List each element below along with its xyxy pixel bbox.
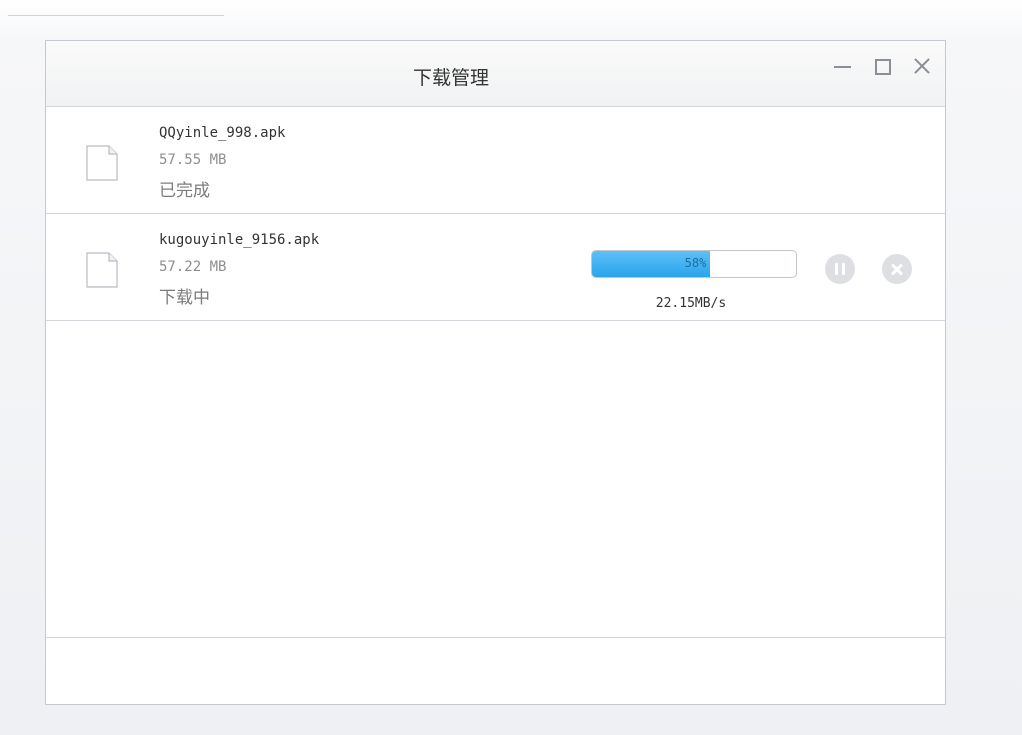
download-speed: 22.15MB/s — [655, 296, 727, 311]
download-status: 下载中 — [159, 288, 210, 308]
title-bar[interactable]: 下载管理 — [46, 41, 945, 107]
download-item-in-progress[interactable]: kugouyinle_9156.apk 57.22 MB 下载中 58% 22.… — [46, 214, 945, 321]
file-icon — [86, 145, 118, 181]
file-name: QQyinle_998.apk — [159, 125, 286, 141]
footer-bar — [46, 637, 945, 704]
download-progress-bar: 58% — [591, 250, 797, 278]
top-divider — [8, 15, 224, 16]
download-status: 已完成 — [159, 181, 210, 201]
pause-button[interactable] — [825, 254, 855, 284]
download-item-completed[interactable]: QQyinle_998.apk 57.55 MB 已完成 — [46, 107, 945, 214]
file-name: kugouyinle_9156.apk — [159, 232, 320, 248]
progress-percent-label: 58% — [684, 256, 707, 270]
file-icon — [86, 252, 118, 288]
file-size: 57.22 MB — [159, 259, 227, 275]
download-manager-window: 下载管理 QQyinle_998.apk 57.55 MB 已完成 kugouy… — [45, 40, 946, 705]
maximize-button[interactable] — [872, 55, 894, 77]
close-button[interactable] — [911, 55, 933, 77]
cancel-download-button[interactable] — [882, 254, 912, 284]
minimize-button[interactable] — [832, 55, 854, 77]
window-title: 下载管理 — [412, 67, 489, 89]
file-size: 57.55 MB — [159, 152, 227, 168]
